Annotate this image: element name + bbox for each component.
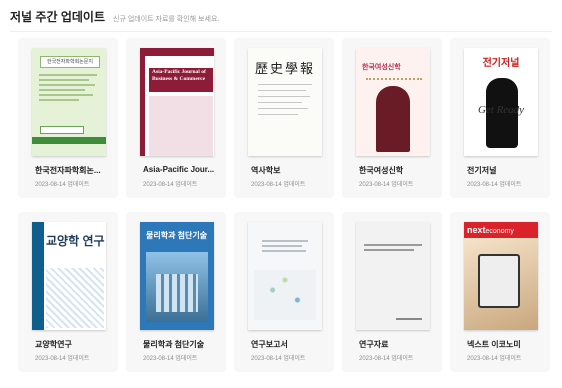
journal-name[interactable]: Asia-Pacific Jour... <box>143 165 221 174</box>
journal-cover[interactable]: 한국여성신학 <box>356 48 430 156</box>
cover-line <box>258 84 312 85</box>
journal-cover[interactable]: 전기저널 Get Ready <box>464 48 538 156</box>
journal-card[interactable]: 전기저널 Get Ready 전기저널 2023-08-14 업데이트 <box>450 38 550 198</box>
cover-decoration <box>366 78 422 86</box>
journal-cover[interactable] <box>248 222 322 330</box>
cover-line <box>39 74 97 76</box>
journal-card[interactable]: 한국여성신학 한국여성신학 2023-08-14 업데이트 <box>342 38 442 198</box>
journal-card[interactable]: 歷史學報 역사학보 2023-08-14 업데이트 <box>234 38 334 198</box>
cover-masthead: nexteconomy <box>464 222 538 238</box>
journal-card[interactable]: 연구보고서 2023-08-14 업데이트 <box>234 212 334 372</box>
cover-line <box>258 96 310 97</box>
section-subtitle: 신규 업데이트 자료를 확인해 보세요. <box>113 16 220 23</box>
journal-cover[interactable]: Asia-Pacific Journal of Business & Comme… <box>140 48 214 156</box>
cover-line <box>39 79 89 81</box>
cover-image-detail <box>156 274 198 312</box>
cover-panel <box>149 96 213 156</box>
journal-cover[interactable]: 교양학 연구 <box>32 222 106 330</box>
cover-title: 歷史學報 <box>254 61 315 76</box>
cover-title: 교양학 연구 <box>46 234 105 248</box>
journal-card[interactable]: 연구자료 2023-08-14 업데이트 <box>342 212 442 372</box>
cover-subtitle: Get Ready <box>477 104 525 116</box>
journal-update-date: 2023-08-14 업데이트 <box>251 356 306 362</box>
journal-update-date: 2023-08-14 업데이트 <box>359 356 414 362</box>
journal-update-date: 2023-08-14 업데이트 <box>251 182 306 188</box>
cover-footer <box>396 318 422 320</box>
cover-line <box>258 90 306 91</box>
cover-title: next <box>467 225 486 235</box>
cover-title: 물리학과 첨단기술 <box>146 231 208 240</box>
journal-name[interactable]: 연구보고서 <box>251 339 329 350</box>
cover-line <box>262 240 308 242</box>
journal-card[interactable]: nexteconomy 넥스트 이코노미 2023-08-14 업데이트 <box>450 212 550 372</box>
journal-update-date: 2023-08-14 업데이트 <box>143 356 198 362</box>
journal-card[interactable]: 한국전자파학회논문지 한국전자파학회논... 2023-08-14 업데이트 <box>18 38 118 198</box>
journal-name[interactable]: 역사학보 <box>251 165 329 176</box>
journal-card[interactable]: 교양학 연구 교양학연구 2023-08-14 업데이트 <box>18 212 118 372</box>
journal-cover[interactable] <box>356 222 430 330</box>
cover-line <box>258 108 308 109</box>
journal-grid: 한국전자파학회논문지 한국전자파학회논... 2023-08-14 업데이트 A… <box>18 38 558 372</box>
cover-line <box>39 94 93 96</box>
journal-update-date: 2023-08-14 업데이트 <box>143 182 198 188</box>
journal-card[interactable]: 물리학과 첨단기술 물리학과 첨단기술 2023-08-14 업데이트 <box>126 212 226 372</box>
cover-line <box>262 245 302 247</box>
journal-cover[interactable]: 한국전자파학회논문지 <box>32 48 106 156</box>
journal-name[interactable]: 전기저널 <box>467 165 545 176</box>
cover-logo <box>40 126 84 134</box>
cover-title-suffix: economy <box>485 228 514 235</box>
cover-line <box>258 114 298 115</box>
section-header: 저널 주간 업데이트 신규 업데이트 자료를 확인해 보세요. <box>10 8 219 25</box>
cover-line <box>258 102 302 103</box>
cover-line <box>364 249 414 251</box>
journal-name[interactable]: 연구자료 <box>359 339 437 350</box>
cover-band <box>140 48 145 156</box>
phone-icon <box>478 254 520 308</box>
journal-name[interactable]: 한국전자파학회논... <box>35 165 113 176</box>
journal-weekly-update-section: 저널 주간 업데이트 신규 업데이트 자료를 확인해 보세요. 한국전자파학회논… <box>0 0 562 388</box>
journal-name[interactable]: 한국여성신학 <box>359 165 437 176</box>
journal-update-date: 2023-08-14 업데이트 <box>467 182 522 188</box>
cover-pattern <box>46 268 104 328</box>
cover-title: 한국여성신학 <box>362 64 401 71</box>
cover-title: Asia-Pacific Journal of Business & Comme… <box>149 68 213 92</box>
cover-band <box>140 48 214 56</box>
journal-update-date: 2023-08-14 업데이트 <box>467 356 522 362</box>
cover-title: 전기저널 <box>482 58 520 69</box>
cover-figure <box>376 86 410 152</box>
cover-band <box>32 222 44 330</box>
cover-line <box>39 99 79 101</box>
cover-line <box>364 244 422 246</box>
cover-network-graphic <box>254 270 316 320</box>
journal-name[interactable]: 교양학연구 <box>35 339 113 350</box>
section-title: 저널 주간 업데이트 <box>10 10 105 24</box>
cover-band <box>32 137 106 144</box>
journal-cover[interactable]: 물리학과 첨단기술 <box>140 222 214 330</box>
journal-update-date: 2023-08-14 업데이트 <box>35 356 90 362</box>
journal-name[interactable]: 넥스트 이코노미 <box>467 339 545 350</box>
journal-name[interactable]: 물리학과 첨단기술 <box>143 339 221 350</box>
journal-card[interactable]: Asia-Pacific Journal of Business & Comme… <box>126 38 226 198</box>
divider <box>10 31 552 32</box>
journal-update-date: 2023-08-14 업데이트 <box>359 182 414 188</box>
cover-line <box>39 89 85 91</box>
journal-cover[interactable]: 歷史學報 <box>248 48 322 156</box>
cover-title: 한국전자파학회논문지 <box>40 56 100 68</box>
journal-cover[interactable]: nexteconomy <box>464 222 538 330</box>
cover-line <box>39 84 95 86</box>
cover-line <box>262 250 306 252</box>
journal-update-date: 2023-08-14 업데이트 <box>35 182 90 188</box>
